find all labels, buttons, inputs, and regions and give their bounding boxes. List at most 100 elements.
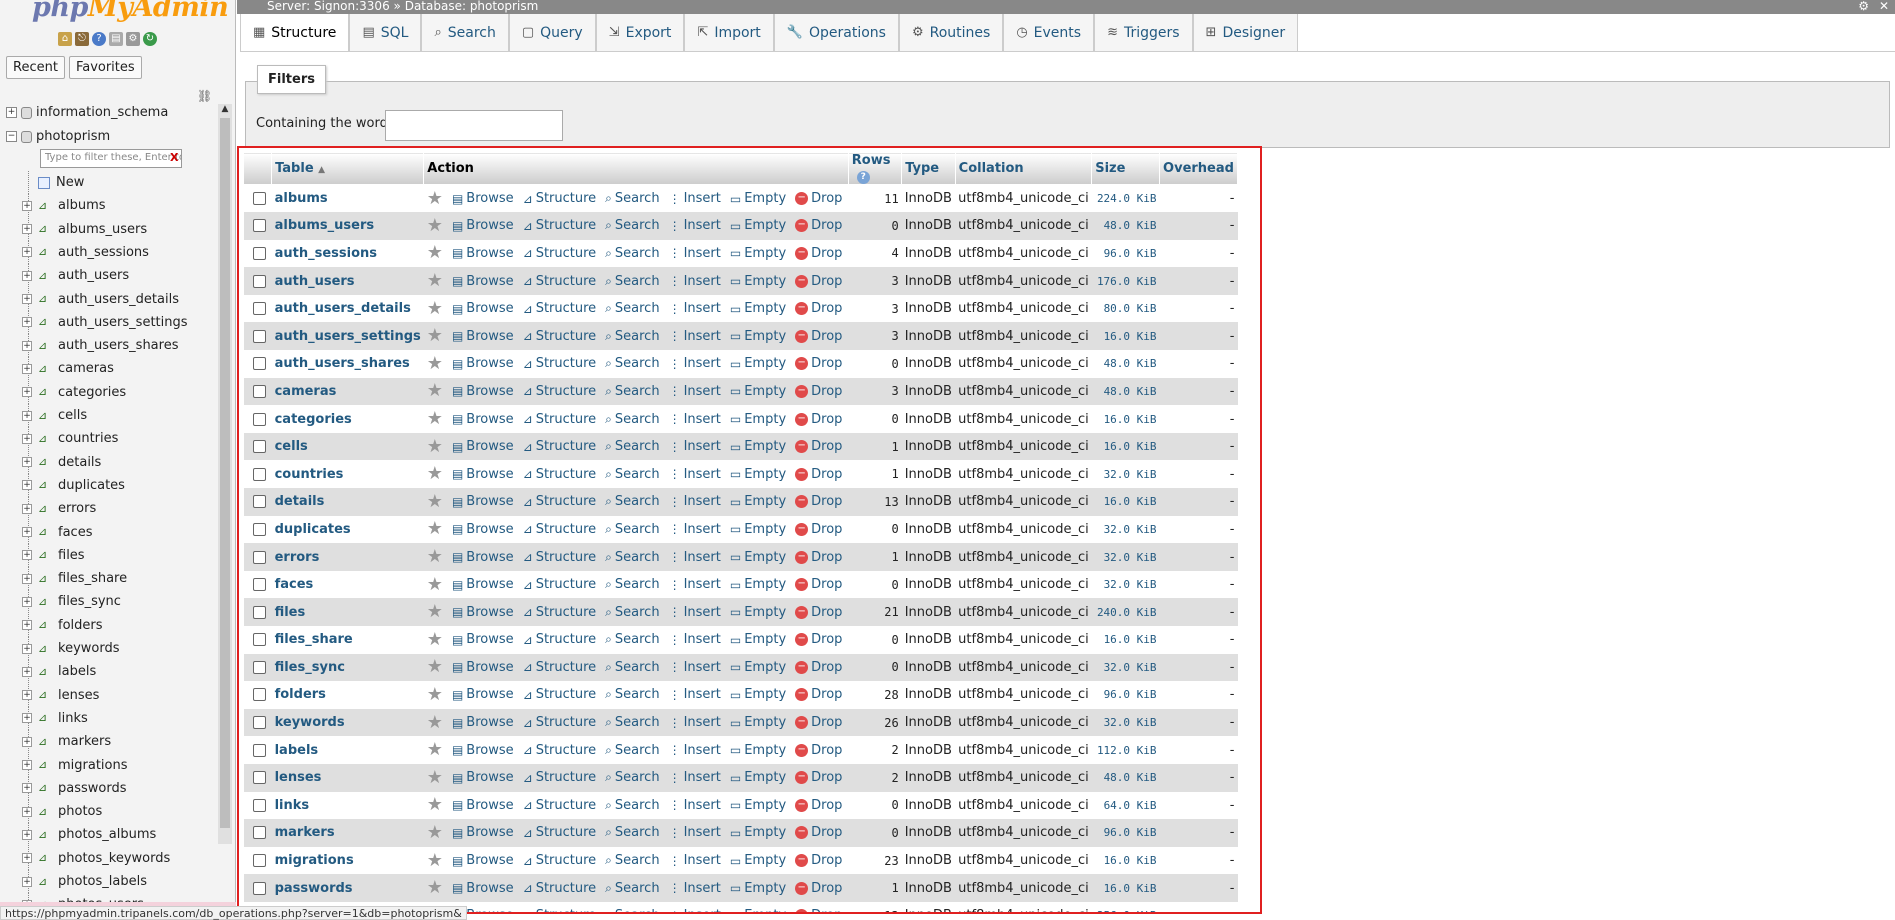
action-structure-link[interactable]: ⊿Structure xyxy=(523,439,597,454)
table-size-link[interactable]: 176.0 KiB xyxy=(1091,267,1160,295)
row-checkbox[interactable] xyxy=(252,467,266,481)
table-size-link[interactable]: 224.0 KiB xyxy=(1091,184,1160,213)
expand-icon[interactable]: + xyxy=(22,783,32,794)
expand-icon[interactable]: + xyxy=(22,643,32,654)
action-structure-link[interactable]: ⊿Structure xyxy=(523,853,597,868)
table-name-link[interactable]: errors xyxy=(271,543,424,571)
row-checkbox[interactable] xyxy=(252,881,266,895)
action-drop-link[interactable]: −Drop xyxy=(795,687,842,702)
sidebar-item-labels[interactable]: + ⊿ labels xyxy=(22,660,96,684)
action-drop-link[interactable]: −Drop xyxy=(795,853,842,868)
table-name-link[interactable]: migrations xyxy=(271,846,424,875)
table-size-link[interactable]: 32.0 KiB xyxy=(1091,460,1160,489)
table-name-link[interactable]: markers xyxy=(271,819,424,847)
action-empty-link[interactable]: ▭Empty xyxy=(730,356,786,371)
action-insert-link[interactable]: ⋮Insert xyxy=(669,743,721,758)
favorites-button[interactable]: Favorites xyxy=(68,56,142,79)
sidebar-item-photos_albums[interactable]: + ⊿ photos_albums xyxy=(22,823,156,847)
action-empty-link[interactable]: ▭Empty xyxy=(730,384,786,399)
expand-icon[interactable]: + xyxy=(22,760,32,770)
expand-icon[interactable]: + xyxy=(22,853,32,864)
action-insert-link[interactable]: ⋮Insert xyxy=(669,439,721,454)
action-drop-link[interactable]: −Drop xyxy=(795,660,842,675)
action-insert-link[interactable]: ⋮Insert xyxy=(669,329,721,344)
table-name-link[interactable]: links xyxy=(271,791,424,820)
table-name-link[interactable]: faces xyxy=(271,570,424,599)
favorite-star-icon[interactable]: ★ xyxy=(427,354,443,372)
action-structure-link[interactable]: ⊿Structure xyxy=(523,246,597,261)
table-name-link[interactable]: files xyxy=(271,598,424,626)
row-checkbox[interactable] xyxy=(252,357,266,371)
row-checkbox[interactable] xyxy=(252,798,266,812)
row-checkbox[interactable] xyxy=(252,274,266,288)
action-structure-link[interactable]: ⊿Structure xyxy=(523,467,597,482)
action-drop-link[interactable]: −Drop xyxy=(795,770,842,785)
action-insert-link[interactable]: ⋮Insert xyxy=(669,577,721,592)
sidebar-item-duplicates[interactable]: + ⊿ duplicates xyxy=(22,473,125,497)
favorite-star-icon[interactable]: ★ xyxy=(427,189,443,207)
action-empty-link[interactable]: ▭Empty xyxy=(730,274,786,289)
header-table[interactable]: Table ▲ xyxy=(271,152,425,185)
table-size-link[interactable]: 48.0 KiB xyxy=(1091,350,1160,378)
table-name-link[interactable]: auth_users xyxy=(271,267,424,295)
action-browse-link[interactable]: ▤Browse xyxy=(452,329,514,344)
action-drop-link[interactable]: −Drop xyxy=(795,577,842,592)
action-empty-link[interactable]: ▭Empty xyxy=(730,908,786,912)
action-empty-link[interactable]: ▭Empty xyxy=(730,770,786,785)
db-item-photoprism[interactable]: − photoprism xyxy=(6,129,110,144)
sidebar-item-auth_users_settings[interactable]: + ⊿ auth_users_settings xyxy=(22,310,188,334)
phpmyadmin-logo[interactable]: phpMyAdmin xyxy=(32,0,229,23)
action-insert-link[interactable]: ⋮Insert xyxy=(669,384,721,399)
reload-icon[interactable]: ↻ xyxy=(143,32,157,46)
table-name-link[interactable]: labels xyxy=(271,736,424,764)
action-drop-link[interactable]: −Drop xyxy=(795,743,842,758)
action-empty-link[interactable]: ▭Empty xyxy=(730,329,786,344)
favorite-star-icon[interactable]: ★ xyxy=(427,603,443,621)
sidebar-item-photos_labels[interactable]: + ⊿ photos_labels xyxy=(22,870,147,893)
table-name-link[interactable]: keywords xyxy=(271,708,424,737)
expand-icon[interactable]: + xyxy=(22,713,32,724)
action-search-link[interactable]: ⌕Search xyxy=(605,798,659,813)
table-size-link[interactable]: 64.0 KiB xyxy=(1091,791,1160,820)
action-drop-link[interactable]: −Drop xyxy=(795,274,842,289)
sidebar-item-lenses[interactable]: + ⊿ lenses xyxy=(22,683,99,707)
db-item-information-schema[interactable]: + information_schema xyxy=(6,105,168,120)
row-checkbox[interactable] xyxy=(252,329,266,343)
table-size-link[interactable]: 32.0 KiB xyxy=(1091,515,1160,544)
action-structure-link[interactable]: ⊿Structure xyxy=(523,715,597,730)
sidebar-item-albums_users[interactable]: + ⊿ albums_users xyxy=(22,217,147,241)
table-name-link[interactable]: categories xyxy=(271,405,424,433)
row-checkbox[interactable] xyxy=(252,412,266,426)
action-drop-link[interactable]: −Drop xyxy=(795,329,842,344)
table-name-link[interactable]: albums_users xyxy=(271,212,424,240)
expand-icon[interactable]: + xyxy=(22,340,32,351)
clear-filter-button[interactable]: X xyxy=(170,151,178,164)
expand-icon[interactable]: + xyxy=(22,387,32,398)
sidebar-item-links[interactable]: + ⊿ links xyxy=(22,706,88,730)
action-structure-link[interactable]: ⊿Structure xyxy=(523,577,597,592)
new-table-link[interactable]: New xyxy=(26,171,84,194)
favorite-star-icon[interactable]: ★ xyxy=(427,713,443,731)
action-insert-link[interactable]: ⋮Insert xyxy=(669,825,721,840)
table-size-link[interactable]: 16.0 KiB xyxy=(1091,846,1160,875)
favorite-star-icon[interactable]: ★ xyxy=(427,630,443,648)
row-checkbox[interactable] xyxy=(252,716,266,730)
action-empty-link[interactable]: ▭Empty xyxy=(730,715,786,730)
action-browse-link[interactable]: ▤Browse xyxy=(452,605,514,620)
table-size-link[interactable]: 16.0 KiB xyxy=(1091,322,1160,351)
header-type[interactable]: Type xyxy=(901,152,956,185)
action-insert-link[interactable]: ⋮Insert xyxy=(669,467,721,482)
action-empty-link[interactable]: ▭Empty xyxy=(730,439,786,454)
action-browse-link[interactable]: ▤Browse xyxy=(452,660,514,675)
action-drop-link[interactable]: −Drop xyxy=(795,522,842,537)
help-icon[interactable]: ? xyxy=(92,32,106,46)
table-size-link[interactable]: 16.0 KiB xyxy=(1091,405,1160,433)
table-size-link[interactable]: 256.0 KiB xyxy=(1091,901,1160,912)
action-structure-link[interactable]: ⊿Structure xyxy=(523,687,597,702)
filter-word-input[interactable] xyxy=(385,110,563,141)
action-empty-link[interactable]: ▭Empty xyxy=(730,412,786,427)
expand-icon[interactable]: + xyxy=(22,270,32,281)
favorite-star-icon[interactable]: ★ xyxy=(427,382,443,400)
action-insert-link[interactable]: ⋮Insert xyxy=(669,853,721,868)
action-browse-link[interactable]: ▤Browse xyxy=(452,218,514,233)
